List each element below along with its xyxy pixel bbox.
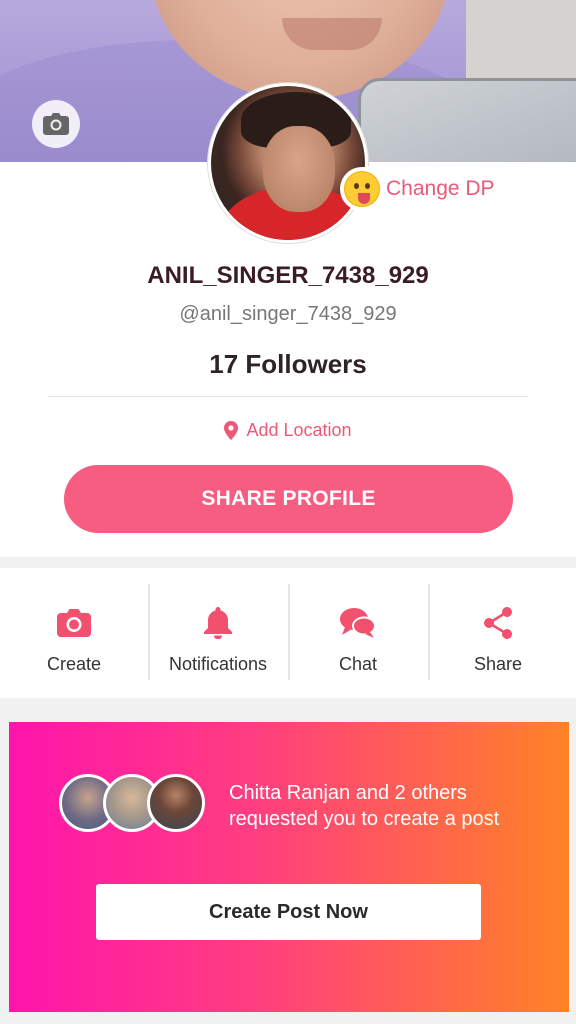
- notifications-action-label: Notifications: [168, 654, 268, 674]
- followers-count[interactable]: 17 Followers: [0, 349, 576, 380]
- divider: [48, 396, 528, 397]
- camera-icon: [43, 113, 69, 135]
- create-action[interactable]: Create: [0, 568, 148, 698]
- share-icon: [484, 607, 512, 639]
- notifications-action[interactable]: Notifications: [148, 568, 288, 698]
- quick-actions-bar: Create Notifications Chat Share: [0, 568, 576, 698]
- share-action[interactable]: Share: [428, 568, 568, 698]
- location-pin-icon: [224, 421, 239, 440]
- username: ANIL_SINGER_7438_929: [147, 262, 429, 289]
- post-request-text: Chitta Ranjan and 2 others requested you…: [229, 782, 500, 830]
- chat-action[interactable]: Chat: [288, 568, 428, 698]
- create-action-label: Create: [46, 654, 102, 674]
- avatar: [147, 774, 205, 832]
- add-location-label: Add Location: [246, 420, 352, 440]
- share-profile-button[interactable]: SHARE PROFILE: [64, 465, 513, 533]
- add-location-link[interactable]: Add Location: [0, 420, 576, 441]
- camera-icon: [57, 609, 91, 637]
- change-dp-button[interactable]: Change DP: [340, 167, 505, 211]
- chat-action-label: Chat: [338, 654, 378, 674]
- bell-icon: [204, 607, 232, 639]
- post-request-card: Chitta Ranjan and 2 others requested you…: [9, 722, 569, 1012]
- avatar-face: [263, 126, 335, 212]
- change-cover-button[interactable]: [32, 100, 80, 148]
- share-action-label: Share: [473, 654, 523, 674]
- profile-avatar[interactable]: [208, 83, 368, 243]
- requester-avatars: [59, 774, 209, 834]
- create-post-now-button[interactable]: Create Post Now: [96, 884, 481, 940]
- tongue-emoji-icon: [344, 171, 380, 207]
- change-dp-label: Change DP: [386, 177, 495, 200]
- chat-bubbles-icon: [340, 608, 376, 638]
- user-handle: @anil_singer_7438_929: [179, 303, 397, 325]
- cover-photo-laptop: [358, 78, 576, 162]
